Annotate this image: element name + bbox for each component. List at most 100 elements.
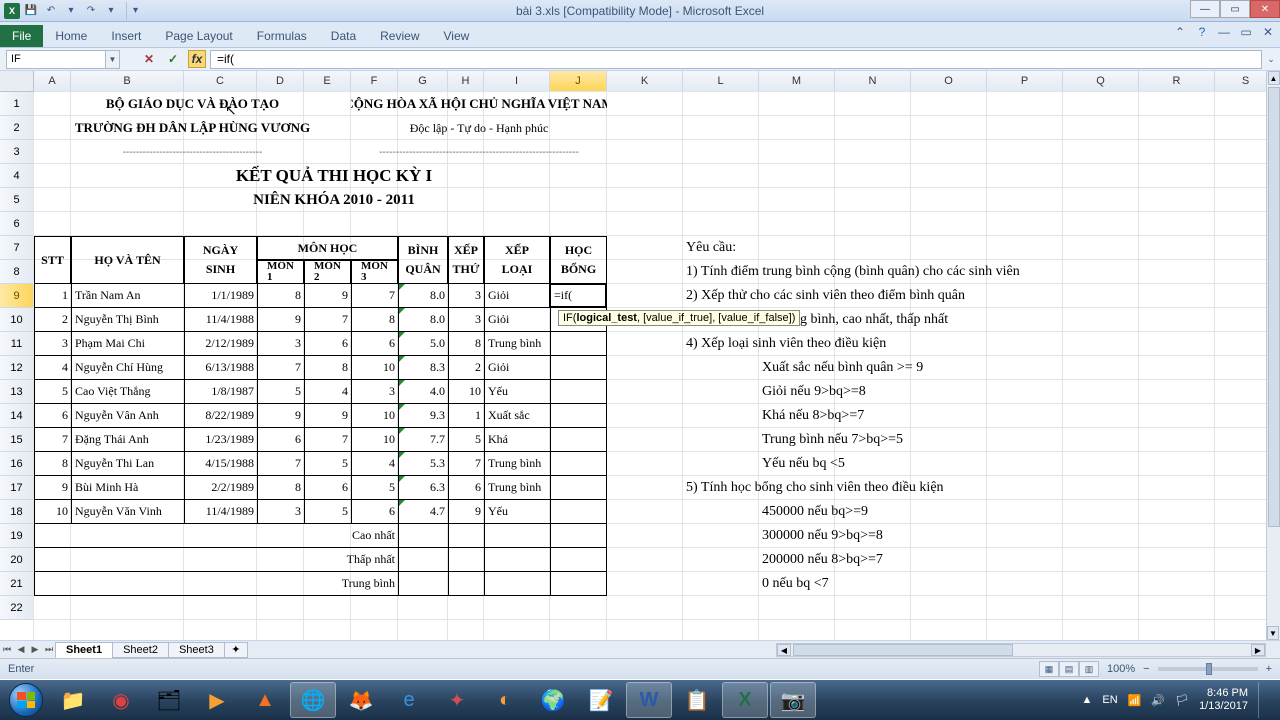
cell[interactable]: 4 [351,452,398,476]
cell[interactable]: Yếu [484,500,550,524]
cell[interactable]: 8 [257,284,304,308]
tab-page-layout[interactable]: Page Layout [153,25,244,47]
row-header-15[interactable]: 15 [0,428,34,452]
tab-nav-prev-icon[interactable]: ◀ [14,642,28,658]
cell[interactable]: 2 [448,356,484,380]
taskbar-explorer-icon[interactable]: 📁 [50,682,96,718]
cell[interactable]: 4 [304,380,351,404]
column-header-F[interactable]: F [351,71,398,91]
excel-icon[interactable]: X [4,3,20,19]
cell[interactable]: 3 [448,308,484,332]
cell[interactable]: 6/13/1988 [184,356,257,380]
cell[interactable]: 9 [257,404,304,428]
row-header-9[interactable]: 9 [0,284,34,308]
column-header-R[interactable]: R [1139,71,1215,91]
cell[interactable]: 8 [304,356,351,380]
sheet-tab-1[interactable]: Sheet1 [55,642,113,658]
cell[interactable]: MÔN3 [351,260,398,284]
doc-minimize-icon[interactable]: — [1216,24,1232,40]
cell[interactable]: Bùi Minh Hà [71,476,184,500]
formula-bar-expand-icon[interactable]: ⌄ [1264,50,1278,68]
row-header-1[interactable]: 1 [0,92,34,116]
row-header-18[interactable]: 18 [0,500,34,524]
cell[interactable]: 2/2/1989 [184,476,257,500]
cell[interactable]: 10 [351,428,398,452]
cell[interactable]: ----------------------------------------… [34,140,351,164]
row-header-21[interactable]: 21 [0,572,34,596]
scroll-left-icon[interactable]: ◀ [777,644,791,656]
cell[interactable]: 9 [304,284,351,308]
cell[interactable] [550,572,607,596]
cell[interactable]: NGÀYSINH [184,236,257,284]
cell[interactable]: 8.0 [398,284,448,308]
row-header-3[interactable]: 3 [0,140,34,164]
cell[interactable]: Phạm Mai Chi [71,332,184,356]
row-header-6[interactable]: 6 [0,212,34,236]
tray-show-hidden-icon[interactable]: ▲ [1082,694,1093,706]
cell[interactable]: 5 [257,380,304,404]
ribbon-expand-icon[interactable]: ⌃ [1172,24,1188,40]
tab-formulas[interactable]: Formulas [245,25,319,47]
undo-icon[interactable]: ↶ [42,2,60,20]
cell[interactable]: Đặng Thái Anh [71,428,184,452]
cell[interactable] [398,548,448,572]
cell[interactable]: HỌCBỔNG [550,236,607,284]
tray-network-icon[interactable]: 📶 [1128,694,1142,707]
cell[interactable]: Nguyễn Chí Hùng [71,356,184,380]
name-box[interactable]: IF [6,50,106,69]
cell[interactable]: BỘ GIÁO DỤC VÀ ĐÀO TẠO [34,92,351,116]
cell[interactable]: HỌ VÀ TÊN [71,236,184,284]
cell[interactable]: Khá nếu 8>bq>=7 [759,404,1277,428]
cell[interactable]: Độc lập - Tự do - Hạnh phúc [351,116,607,140]
cell[interactable]: 1 [34,284,71,308]
cell[interactable]: 10 [351,356,398,380]
show-desktop-button[interactable] [1258,682,1268,718]
cell[interactable]: 10 [448,380,484,404]
cell[interactable]: Nguyễn Vân Anh [71,404,184,428]
cell[interactable]: MÔN2 [304,260,351,284]
cell[interactable]: Giỏi [484,356,550,380]
cell[interactable] [398,572,448,596]
taskbar-camera-icon[interactable]: 📷 [770,682,816,718]
cell[interactable] [550,332,607,356]
zoom-slider[interactable] [1158,667,1258,671]
cell[interactable]: 6 [351,332,398,356]
cell[interactable]: Cao nhất [34,524,398,548]
cell[interactable]: NIÊN KHÓA 2010 - 2011 [184,188,484,212]
cell[interactable]: 5.0 [398,332,448,356]
vertical-scroll-thumb[interactable] [1268,87,1280,527]
cell[interactable] [484,548,550,572]
horizontal-scroll-thumb[interactable] [793,644,1013,656]
cell[interactable]: Trung bình [484,452,550,476]
taskbar-app-icon[interactable]: 🌍 [530,682,576,718]
cell[interactable]: 7 [448,452,484,476]
scroll-right-icon[interactable]: ▶ [1251,644,1265,656]
cell[interactable]: 3 [257,500,304,524]
row-header-13[interactable]: 13 [0,380,34,404]
cell[interactable]: 6 [304,332,351,356]
cell[interactable]: 6 [351,500,398,524]
cell[interactable]: Trung bình [34,572,398,596]
sheet-tab-3[interactable]: Sheet3 [168,642,225,658]
cell[interactable] [550,548,607,572]
normal-view-icon[interactable]: ▦ [1039,661,1059,677]
scroll-down-icon[interactable]: ▼ [1267,626,1279,640]
cell[interactable]: 3 [257,332,304,356]
cell[interactable]: Trung bình [484,476,550,500]
start-button[interactable] [4,680,48,720]
cell[interactable]: Yếu [484,380,550,404]
tray-volume-icon[interactable]: 🔊 [1151,694,1165,707]
zoom-in-icon[interactable]: + [1266,663,1272,675]
row-header-12[interactable]: 12 [0,356,34,380]
row-header-5[interactable]: 5 [0,188,34,212]
tab-nav-last-icon[interactable]: ⏭ [42,642,56,658]
cell[interactable]: 450000 nếu bq>=9 [759,500,1277,524]
row-header-10[interactable]: 10 [0,308,34,332]
cancel-formula-icon[interactable]: ✕ [140,50,158,68]
cell[interactable]: 8 [257,476,304,500]
tab-view[interactable]: View [432,25,482,47]
zoom-out-icon[interactable]: − [1143,663,1149,675]
cell[interactable] [550,356,607,380]
cell[interactable]: 6.3 [398,476,448,500]
name-box-dropdown-icon[interactable]: ▼ [106,50,120,69]
